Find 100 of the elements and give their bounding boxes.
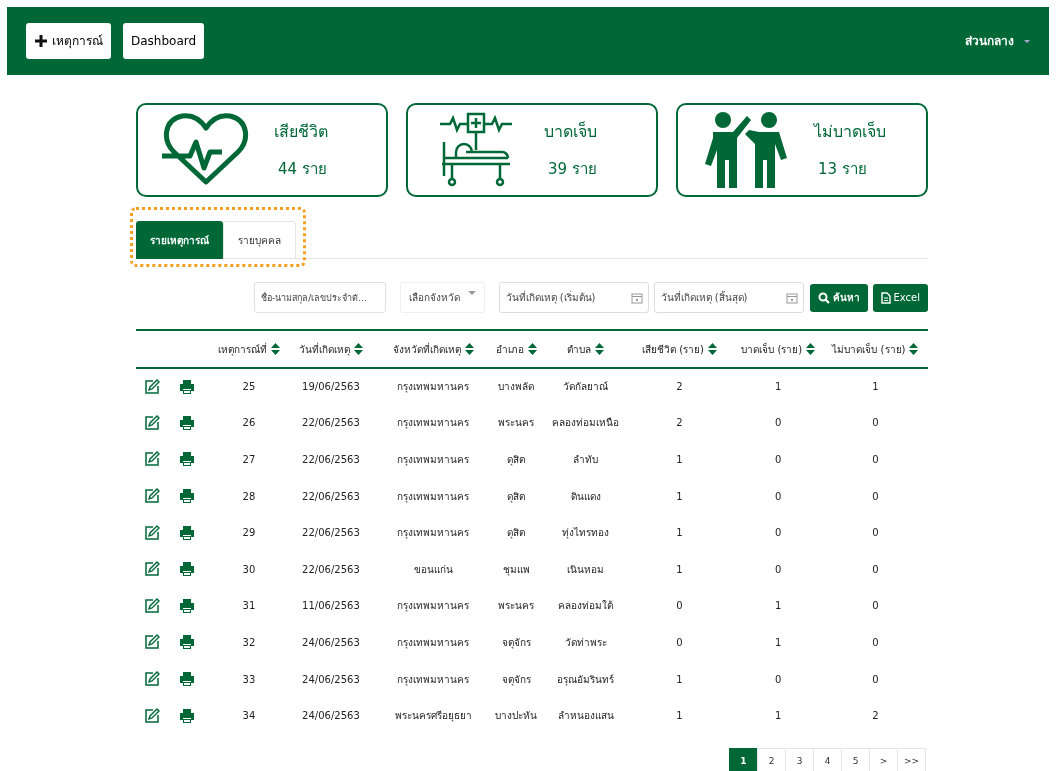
table-cell: 30 <box>242 563 256 575</box>
table-cell: 1 <box>676 563 683 575</box>
printer-icon[interactable] <box>179 561 196 578</box>
table-cell: วัดท่าพระ <box>564 636 607 648</box>
caret-icon <box>1024 39 1030 43</box>
table-cell: 26 <box>242 417 256 429</box>
table-cell: 22/06/2563 <box>302 563 360 575</box>
card-count: 39 ราย <box>547 158 597 180</box>
search-button[interactable]: ค้นหา <box>809 283 868 312</box>
table-cell: ดุสิต <box>507 490 526 502</box>
table-cell: ทุ่งไทรทอง <box>562 527 610 539</box>
start-date-field[interactable]: วันที่เกิดเหตุ (เริ่มต้น) <box>498 282 649 313</box>
page-button[interactable]: >> <box>897 747 926 771</box>
dashboard-button[interactable]: Dashboard <box>123 23 205 59</box>
column-header[interactable]: วันที่เกิดเหตุ <box>298 341 363 357</box>
sort-icon <box>909 343 919 355</box>
table-cell: กรุงเทพมหานคร <box>397 490 470 502</box>
table-cell: 0 <box>676 600 683 612</box>
edit-icon[interactable] <box>144 707 160 724</box>
calendar-icon <box>785 292 798 304</box>
table-cell: 0 <box>775 454 782 465</box>
table-cell: 1 <box>676 673 683 685</box>
edit-icon[interactable] <box>144 597 160 614</box>
table-cell: 1 <box>676 490 683 502</box>
table-cell: กรุงเทพมหานคร <box>397 636 470 648</box>
printer-icon[interactable] <box>179 488 196 505</box>
column-header[interactable]: เหตุการณ์ที่ <box>217 341 280 357</box>
table-cell: 1 <box>775 710 782 722</box>
table-cell: 24/06/2563 <box>302 636 360 648</box>
table-cell: กรุงเทพมหานคร <box>397 527 470 539</box>
table-cell: คลองท่อมใต้ <box>558 600 614 612</box>
edit-icon[interactable] <box>144 488 160 505</box>
table-cell: 24/06/2563 <box>302 673 360 685</box>
table-cell: 27 <box>242 454 256 465</box>
table-cell: 31 <box>242 600 256 612</box>
table-cell: 22/06/2563 <box>302 454 360 465</box>
edit-icon[interactable] <box>144 451 160 468</box>
end-date-field[interactable]: วันที่เกิดเหตุ (สิ้นสุด) <box>653 282 804 313</box>
table-cell: บางพลัด <box>498 381 535 393</box>
printer-icon[interactable] <box>179 707 196 724</box>
tab[interactable]: รายบุคคล <box>223 221 296 259</box>
edit-icon[interactable] <box>144 524 160 541</box>
plus-icon <box>34 34 48 48</box>
column-header[interactable]: เสียชีวิต (ราย) <box>642 341 717 357</box>
table-cell: 0 <box>775 417 782 429</box>
table-cell: วัดกัลยาณ์ <box>563 381 609 393</box>
caret-icon <box>467 291 476 295</box>
add-incident-button[interactable]: เหตุการณ์ <box>26 23 111 59</box>
table-cell: จตุจักร <box>501 636 531 648</box>
printer-icon[interactable] <box>179 378 196 395</box>
tab[interactable]: รายเหตุการณ์ <box>136 221 223 259</box>
sort-icon <box>353 343 363 355</box>
sort-icon <box>464 343 474 355</box>
table-cell: 2 <box>676 417 683 429</box>
sort-icon <box>806 343 816 355</box>
printer-icon[interactable] <box>179 671 196 688</box>
printer-icon[interactable] <box>179 414 196 431</box>
table-cell: คลองท่อมเหนือ <box>552 417 620 429</box>
table-cell: ลำหนองแสน <box>557 710 614 722</box>
table-cell: 0 <box>872 600 879 612</box>
calendar-icon <box>630 292 643 304</box>
table-cell: พระนครศรีอยุธยา <box>394 710 472 722</box>
table-cell: จตุจักร <box>501 673 531 685</box>
page-button[interactable]: 1 <box>729 747 758 771</box>
province-dropdown[interactable]: เลือกจังหวัด <box>400 282 485 313</box>
printer-icon[interactable] <box>179 634 196 651</box>
table-cell: 29 <box>242 527 256 539</box>
printer-icon[interactable] <box>179 451 196 468</box>
table-cell: 1 <box>775 381 782 393</box>
excel-button[interactable]: Excel <box>872 283 928 312</box>
column-header[interactable]: ไม่บาดเจ็บ (ราย) <box>832 341 919 357</box>
sort-icon <box>595 343 605 355</box>
table-cell: 0 <box>775 527 782 539</box>
table-cell: 0 <box>872 417 879 429</box>
table-cell: 0 <box>872 454 879 465</box>
sort-icon <box>707 343 717 355</box>
table-cell: 32 <box>242 636 256 648</box>
name-search-field[interactable]: ชื่อ-นามสกุล/เลขประจำตั... <box>254 282 386 313</box>
edit-icon[interactable] <box>144 414 160 431</box>
table-cell: กรุงเทพมหานคร <box>397 417 470 429</box>
column-header[interactable]: ตำบล <box>567 341 605 357</box>
printer-icon[interactable] <box>179 524 196 541</box>
user-menu[interactable]: ส่วนกลาง <box>965 32 1030 50</box>
table-cell: กรุงเทพมหานคร <box>397 381 470 393</box>
card-count: 44 ราย <box>277 158 328 180</box>
printer-icon[interactable] <box>179 597 196 614</box>
edit-icon[interactable] <box>144 378 160 395</box>
table-cell: 1 <box>676 454 683 465</box>
column-header[interactable]: จังหวัดที่เกิดเหตุ <box>392 341 474 357</box>
edit-icon[interactable] <box>144 561 160 578</box>
column-header[interactable]: อำเภอ <box>495 341 537 357</box>
table-cell: 0 <box>676 636 683 648</box>
table-cell: 0 <box>872 673 879 685</box>
page-button[interactable]: 2 <box>757 747 786 771</box>
edit-icon[interactable] <box>144 634 160 651</box>
table-cell: 1 <box>775 600 782 612</box>
table-cell: 1 <box>676 710 683 722</box>
table-cell: อรุณอัมรินทร์ <box>557 673 615 685</box>
edit-icon[interactable] <box>144 671 160 688</box>
column-header[interactable]: บาดเจ็บ (ราย) <box>741 341 816 357</box>
